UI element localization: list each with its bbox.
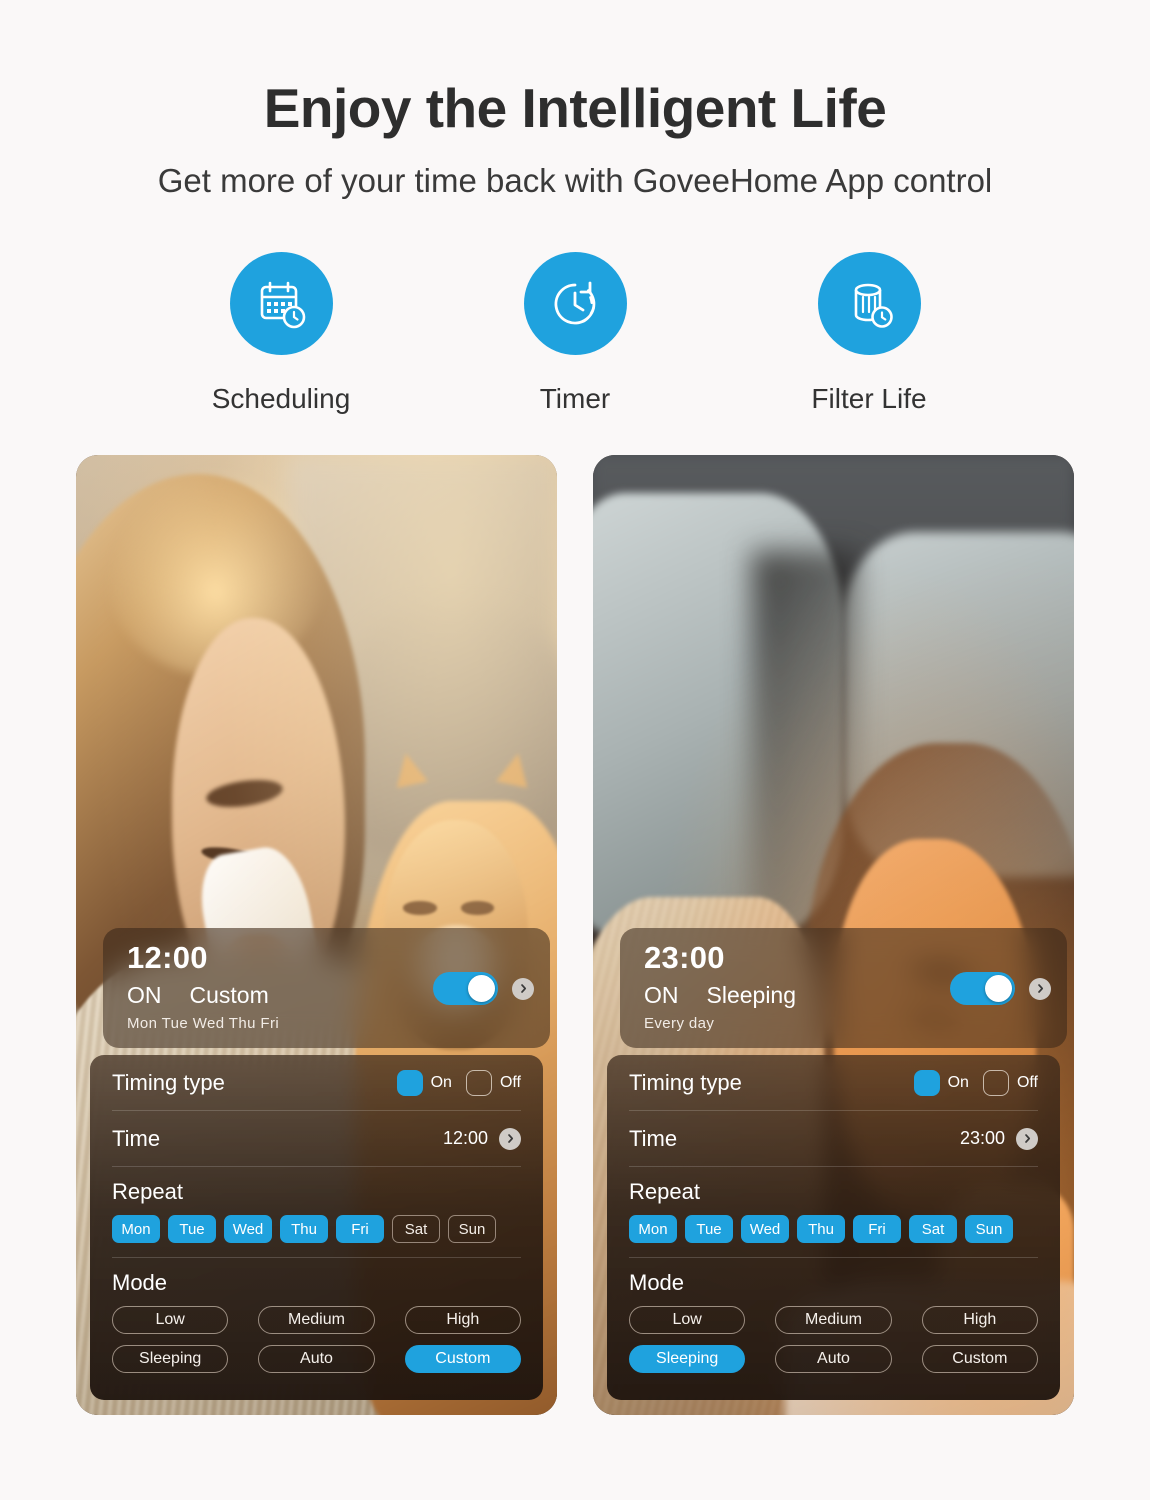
page-subtitle: Get more of your time back with GoveeHom… <box>157 162 993 199</box>
mode-block: Mode Low Medium High Sleeping Auto Custo… <box>629 1258 1038 1387</box>
toggle-knob <box>468 975 495 1002</box>
schedule-settings-panel: Timing type On Off Time <box>607 1055 1060 1400</box>
feature-label: Scheduling <box>211 383 351 414</box>
repeat-label: Repeat <box>112 1179 183 1204</box>
timing-type-off-option[interactable]: Off <box>982 1069 1038 1096</box>
promo-page: Enjoy the Intelligent Life Get more of y… <box>0 0 1150 1500</box>
schedule-days-summary: Every day <box>644 1014 715 1032</box>
time-label: Time <box>629 1125 678 1151</box>
mode-button-custom[interactable]: Custom <box>404 1345 521 1373</box>
day-pill-wed[interactable]: Wed <box>224 1215 272 1243</box>
timing-type-off-option[interactable]: Off <box>465 1069 521 1096</box>
day-pill-tue[interactable]: Tue <box>685 1215 733 1243</box>
mode-button-sleeping[interactable]: Sleeping <box>629 1345 746 1373</box>
toggle-knob <box>985 975 1012 1002</box>
filter-clock-icon <box>817 252 921 355</box>
checkbox-off-icon <box>465 1069 492 1096</box>
mode-label: Mode <box>629 1270 685 1295</box>
mode-block: Mode Low Medium High Sleeping Auto Custo… <box>112 1258 521 1387</box>
mode-button-sleeping[interactable]: Sleeping <box>112 1345 229 1373</box>
timing-off-label: Off <box>1016 1073 1038 1091</box>
chevron-right-icon[interactable] <box>512 977 534 1000</box>
day-pill-thu[interactable]: Thu <box>797 1215 845 1243</box>
mode-button-high[interactable]: High <box>404 1306 521 1334</box>
day-pill-mon[interactable]: Mon <box>112 1215 160 1243</box>
schedule-state: ON <box>644 981 679 1008</box>
schedule-mode: Sleeping <box>706 981 797 1008</box>
timing-on-label: On <box>430 1073 452 1091</box>
checkbox-off-icon <box>982 1069 1009 1096</box>
mode-button-auto[interactable]: Auto <box>775 1345 892 1373</box>
day-pill-mon[interactable]: Mon <box>629 1215 677 1243</box>
time-value: 23:00 <box>959 1128 1005 1148</box>
schedule-days-summary: Mon Tue Wed Thu Fri <box>127 1014 280 1032</box>
repeat-block: Repeat Mon Tue Wed Thu Fri Sat Sun <box>112 1167 521 1258</box>
time-row[interactable]: Time 23:00 <box>629 1111 1038 1167</box>
mode-button-high[interactable]: High <box>921 1306 1038 1334</box>
schedule-summary[interactable]: 12:00 ON Custom Mon Tue Wed Thu Fri <box>103 928 550 1048</box>
schedule-settings-panel: Timing type On Off Time <box>90 1055 543 1400</box>
timing-type-row: Timing type On Off <box>112 1055 521 1111</box>
day-pill-sun[interactable]: Sun <box>965 1215 1013 1243</box>
schedule-state: ON <box>127 981 162 1008</box>
feature-label: Timer <box>539 383 611 414</box>
timing-type-label: Timing type <box>629 1069 742 1095</box>
day-pill-wed[interactable]: Wed <box>741 1215 789 1243</box>
chevron-right-icon[interactable] <box>1016 1127 1038 1150</box>
page-title: Enjoy the Intelligent Life <box>263 77 887 139</box>
mode-button-low[interactable]: Low <box>629 1306 746 1334</box>
repeat-block: Repeat Mon Tue Wed Thu Fri Sat Sun <box>629 1167 1038 1258</box>
day-pill-fri[interactable]: Fri <box>336 1215 384 1243</box>
chevron-right-icon[interactable] <box>499 1127 521 1150</box>
calendar-clock-icon <box>229 252 333 355</box>
timing-on-label: On <box>947 1073 969 1091</box>
feature-list: Scheduling Timer Filter Life <box>0 252 1150 415</box>
mode-label: Mode <box>112 1270 168 1295</box>
schedule-enable-toggle[interactable] <box>950 972 1015 1005</box>
schedule-time: 23:00 <box>644 940 725 975</box>
schedule-mode: Custom <box>189 981 269 1008</box>
time-value: 12:00 <box>442 1128 488 1148</box>
day-pill-thu[interactable]: Thu <box>280 1215 328 1243</box>
day-pill-sat[interactable]: Sat <box>392 1215 440 1243</box>
schedule-card-night: 23:00 ON Sleeping Every day Timing type … <box>593 455 1074 1415</box>
repeat-label: Repeat <box>629 1179 700 1204</box>
time-row[interactable]: Time 12:00 <box>112 1111 521 1167</box>
timing-off-label: Off <box>499 1073 521 1091</box>
time-label: Time <box>112 1125 161 1151</box>
checkbox-on-icon <box>913 1069 940 1096</box>
schedule-enable-toggle[interactable] <box>433 972 498 1005</box>
feature-filter-life[interactable]: Filter Life <box>789 252 949 415</box>
timing-type-on-option[interactable]: On <box>396 1069 452 1096</box>
clock-refresh-icon <box>523 252 627 355</box>
feature-scheduling[interactable]: Scheduling <box>201 252 361 415</box>
timing-type-row: Timing type On Off <box>629 1055 1038 1111</box>
day-pill-sun[interactable]: Sun <box>448 1215 496 1243</box>
feature-label: Filter Life <box>811 383 927 414</box>
day-pill-sat[interactable]: Sat <box>909 1215 957 1243</box>
day-pill-tue[interactable]: Tue <box>168 1215 216 1243</box>
mode-button-custom[interactable]: Custom <box>921 1345 1038 1373</box>
mode-button-medium[interactable]: Medium <box>258 1306 375 1334</box>
mode-button-auto[interactable]: Auto <box>258 1345 375 1373</box>
chevron-right-icon[interactable] <box>1029 977 1051 1000</box>
schedule-cards: 12:00 ON Custom Mon Tue Wed Thu Fri Timi… <box>76 455 1074 1415</box>
timing-type-on-option[interactable]: On <box>913 1069 969 1096</box>
checkbox-on-icon <box>396 1069 423 1096</box>
schedule-card-daytime: 12:00 ON Custom Mon Tue Wed Thu Fri Timi… <box>76 455 557 1415</box>
schedule-time: 12:00 <box>127 940 208 975</box>
mode-button-low[interactable]: Low <box>112 1306 229 1334</box>
mode-button-medium[interactable]: Medium <box>775 1306 892 1334</box>
feature-timer[interactable]: Timer <box>495 252 655 415</box>
day-pill-fri[interactable]: Fri <box>853 1215 901 1243</box>
schedule-summary[interactable]: 23:00 ON Sleeping Every day <box>620 928 1067 1048</box>
timing-type-label: Timing type <box>112 1069 225 1095</box>
